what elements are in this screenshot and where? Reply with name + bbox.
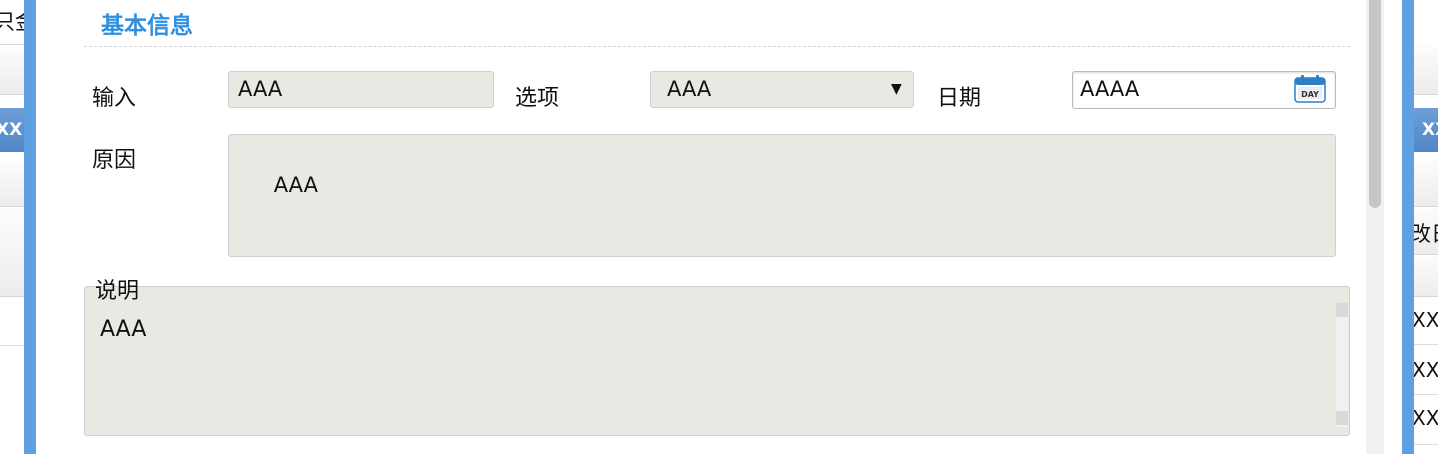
calendar-icon[interactable]: DAY: [1294, 75, 1326, 103]
background-header-fragment: 只金: [0, 10, 24, 34]
description-textarea[interactable]: AAA: [84, 286, 1350, 436]
background-page-left: 只金 XX: [0, 0, 24, 454]
dialog-panel: 基本信息 输入 AAA 选项 AAA ▼ 日期 AAAA DAY 原因 AAA …: [36, 0, 1402, 454]
background-filter-cell: [0, 160, 24, 207]
dialog-scroll-thumb[interactable]: [1369, 0, 1381, 208]
date-label: 日期: [937, 86, 982, 111]
background-header-fragment: 改日: [1414, 222, 1438, 246]
background-row-cell: [0, 208, 24, 297]
reason-label: 原因: [92, 148, 137, 173]
option-select[interactable]: AAA ▼: [650, 71, 914, 108]
scroll-up-icon[interactable]: [1336, 303, 1348, 317]
background-divider: [1414, 344, 1438, 345]
background-divider: [1414, 444, 1438, 445]
background-header-bar-label: XX: [1422, 120, 1438, 140]
description-textarea-value: AAA: [100, 317, 147, 342]
background-header-cell: 改日: [1414, 208, 1438, 255]
scroll-down-icon[interactable]: [1336, 411, 1348, 425]
input-label: 输入: [92, 86, 137, 111]
background-header-bar: XX: [0, 108, 24, 152]
section-title: 基本信息: [101, 13, 193, 39]
background-header-bar-label: XX: [0, 120, 23, 140]
date-input-value: AAAA: [1080, 77, 1140, 101]
background-divider: [0, 44, 24, 45]
date-input[interactable]: AAAA DAY: [1072, 71, 1336, 109]
background-header-bar: XX: [1414, 108, 1438, 152]
input-field[interactable]: AAA: [228, 71, 494, 108]
chevron-down-icon: ▼: [891, 81, 902, 97]
description-legend: 说明: [95, 279, 140, 304]
dialog-frame-left: [24, 0, 36, 454]
input-field-value: AAA: [238, 77, 283, 101]
option-label: 选项: [515, 86, 560, 111]
background-filter-cell: [1414, 160, 1438, 207]
dialog-frame-right: [1402, 0, 1414, 454]
calendar-icon-label: DAY: [1301, 90, 1319, 99]
background-row-text: XX: [1414, 358, 1438, 382]
background-divider: [0, 345, 24, 346]
section-divider: [84, 46, 1350, 47]
background-column-cell: [1414, 256, 1438, 297]
option-select-value: AAA: [667, 77, 712, 101]
background-toolbar-cell: [1414, 46, 1438, 95]
description-scrollbar[interactable]: [1336, 303, 1348, 427]
background-row-text: XX: [1414, 308, 1438, 332]
background-divider: [1414, 394, 1438, 395]
background-row-text: XX: [1414, 406, 1438, 430]
background-page-right: XX 改日 XX XX XX: [1414, 0, 1438, 454]
background-toolbar-cell: [0, 46, 24, 95]
reason-textarea-value: AAA: [273, 173, 318, 197]
reason-textarea[interactable]: AAA: [228, 134, 1336, 257]
